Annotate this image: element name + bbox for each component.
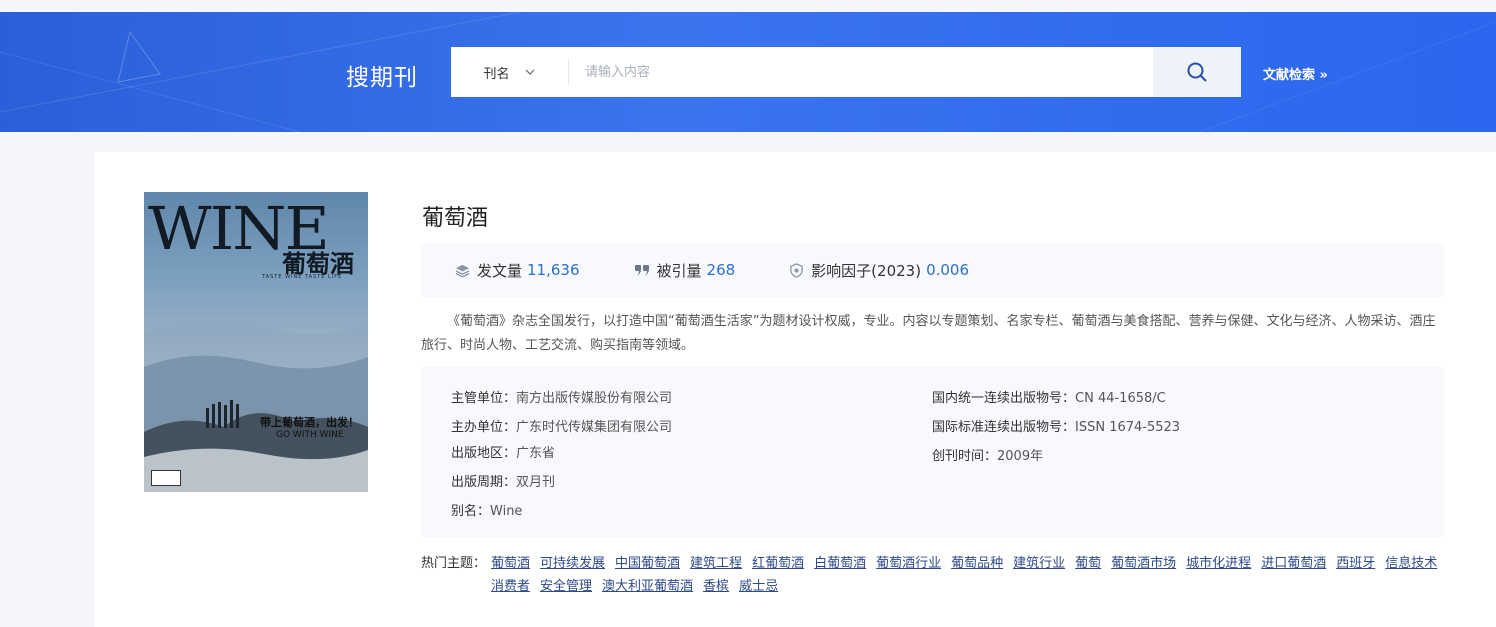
topic-link[interactable]: 葡萄	[1075, 552, 1101, 575]
topic-link[interactable]: 葡萄酒市场	[1111, 552, 1176, 575]
info-region: 出版地区：广东省	[451, 442, 555, 461]
info-label: 创刊时间：	[932, 449, 998, 464]
topic-link[interactable]: 建筑工程	[690, 552, 742, 575]
stat-label: 被引量	[656, 261, 702, 280]
cover-slogan-en: GO WITH WINE	[276, 430, 344, 440]
topic-link[interactable]: 红葡萄酒	[752, 552, 804, 575]
topic-link[interactable]: 消费者	[491, 575, 530, 598]
journal-description: 《葡萄酒》杂志全国发行，以打造中国“葡萄酒生活家”为题材设计权威，专业。内容以专…	[421, 314, 1436, 353]
stat-impact: 影响因子(2023) 0.006	[789, 260, 969, 281]
journal-title: 葡萄酒	[422, 206, 489, 231]
info-value: 2009年	[997, 449, 1044, 464]
cover-landscape	[144, 320, 368, 492]
stat-value: 11,636	[527, 261, 580, 279]
stat-value: 268	[706, 261, 736, 279]
topic-link[interactable]: 澳大利亚葡萄酒	[602, 575, 693, 598]
topic-link[interactable]: 威士忌	[739, 575, 778, 598]
info-value: CN 44-1658/C	[1075, 391, 1166, 406]
topic-link[interactable]: 葡萄酒行业	[876, 552, 941, 575]
topic-link[interactable]: 中国葡萄酒	[615, 552, 680, 575]
topic-link[interactable]: 信息技术	[1385, 552, 1437, 575]
cover-subtitle: TASTE WINE TASTE LIFE	[262, 274, 343, 280]
info-frequency: 出版周期：双月刊	[451, 471, 555, 490]
search-input[interactable]	[569, 47, 1153, 97]
hot-topics-list: 葡萄酒 可持续发展 中国葡萄酒 建筑工程 红葡萄酒 白葡萄酒 葡萄酒行业 葡萄品种 建筑行业 葡萄…	[491, 552, 1451, 598]
search-field-label: 刊名	[483, 66, 510, 82]
topic-link[interactable]: 安全管理	[540, 575, 592, 598]
search-button[interactable]	[1153, 47, 1241, 97]
info-value: ISSN 1674-5523	[1075, 420, 1181, 435]
info-label: 出版周期：	[451, 475, 517, 490]
stats-bar: 发文量 11,636 被引量 268 影响因子(2023) 0.006	[421, 243, 1444, 297]
search-icon	[1187, 62, 1207, 82]
page-title: 搜期刊	[346, 65, 418, 91]
info-value: 广东时代传媒集团有限公司	[516, 420, 673, 435]
info-label: 国际标准连续出版物号：	[932, 420, 1076, 435]
journal-card: WINE 葡萄酒 TASTE WINE TASTE LIFE 带上葡萄酒，出发！…	[94, 152, 1496, 627]
topic-link[interactable]: 建筑行业	[1013, 552, 1065, 575]
info-label: 别名：	[451, 504, 491, 519]
stat-value: 0.006	[926, 261, 970, 279]
journal-cover: WINE 葡萄酒 TASTE WINE TASTE LIFE 带上葡萄酒，出发！…	[144, 192, 368, 492]
stack-icon	[455, 264, 470, 278]
topic-link[interactable]: 葡萄酒	[491, 552, 530, 575]
cover-slogan: 带上葡萄酒，出发！	[260, 416, 359, 429]
info-value: 广东省	[516, 446, 556, 461]
cover-barcode	[151, 470, 181, 486]
info-label: 国内统一连续出版物号：	[932, 391, 1076, 406]
info-alias: 别名：Wine	[451, 500, 522, 519]
topic-link[interactable]: 西班牙	[1336, 552, 1375, 575]
header-banner: 搜期刊 刊名 文献检索 »	[0, 12, 1496, 132]
info-value: 双月刊	[516, 475, 556, 490]
info-founded: 创刊时间：2009年	[932, 445, 1043, 464]
journal-info: 主管单位：南方出版传媒股份有限公司 主办单位：广东时代传媒集团有限公司 出版地区…	[421, 367, 1444, 537]
search-box: 刊名	[451, 47, 1241, 97]
stat-citations: 被引量 268	[634, 260, 736, 281]
stat-articles: 发文量 11,636	[455, 260, 580, 281]
quote-icon	[634, 265, 649, 276]
info-label: 主办单位：	[451, 420, 517, 435]
info-cn-number: 国内统一连续出版物号：CN 44-1658/C	[932, 387, 1166, 406]
info-issn: 国际标准连续出版物号：ISSN 1674-5523	[932, 416, 1180, 435]
shield-icon	[790, 262, 803, 278]
topic-link[interactable]: 城市化进程	[1186, 552, 1251, 575]
info-value: Wine	[490, 504, 523, 519]
topic-link[interactable]: 白葡萄酒	[814, 552, 866, 575]
info-sponsor: 主办单位：广东时代传媒集团有限公司	[451, 416, 672, 435]
info-value: 南方出版传媒股份有限公司	[516, 391, 673, 406]
hot-topics-label: 热门主题：	[421, 556, 487, 571]
search-field-select[interactable]: 刊名	[451, 47, 568, 97]
topic-link[interactable]: 进口葡萄酒	[1261, 552, 1326, 575]
info-label: 出版地区：	[451, 446, 517, 461]
stat-label: 影响因子(2023)	[811, 261, 922, 280]
info-supervisor: 主管单位：南方出版传媒股份有限公司	[451, 387, 672, 406]
advanced-search-link[interactable]: 文献检索 »	[1263, 64, 1328, 83]
topic-link[interactable]: 香槟	[703, 575, 729, 598]
topic-link[interactable]: 葡萄品种	[951, 552, 1003, 575]
stat-label: 发文量	[477, 261, 523, 280]
topic-link[interactable]: 可持续发展	[540, 552, 605, 575]
info-label: 主管单位：	[451, 391, 517, 406]
chevron-down-icon	[525, 69, 534, 75]
